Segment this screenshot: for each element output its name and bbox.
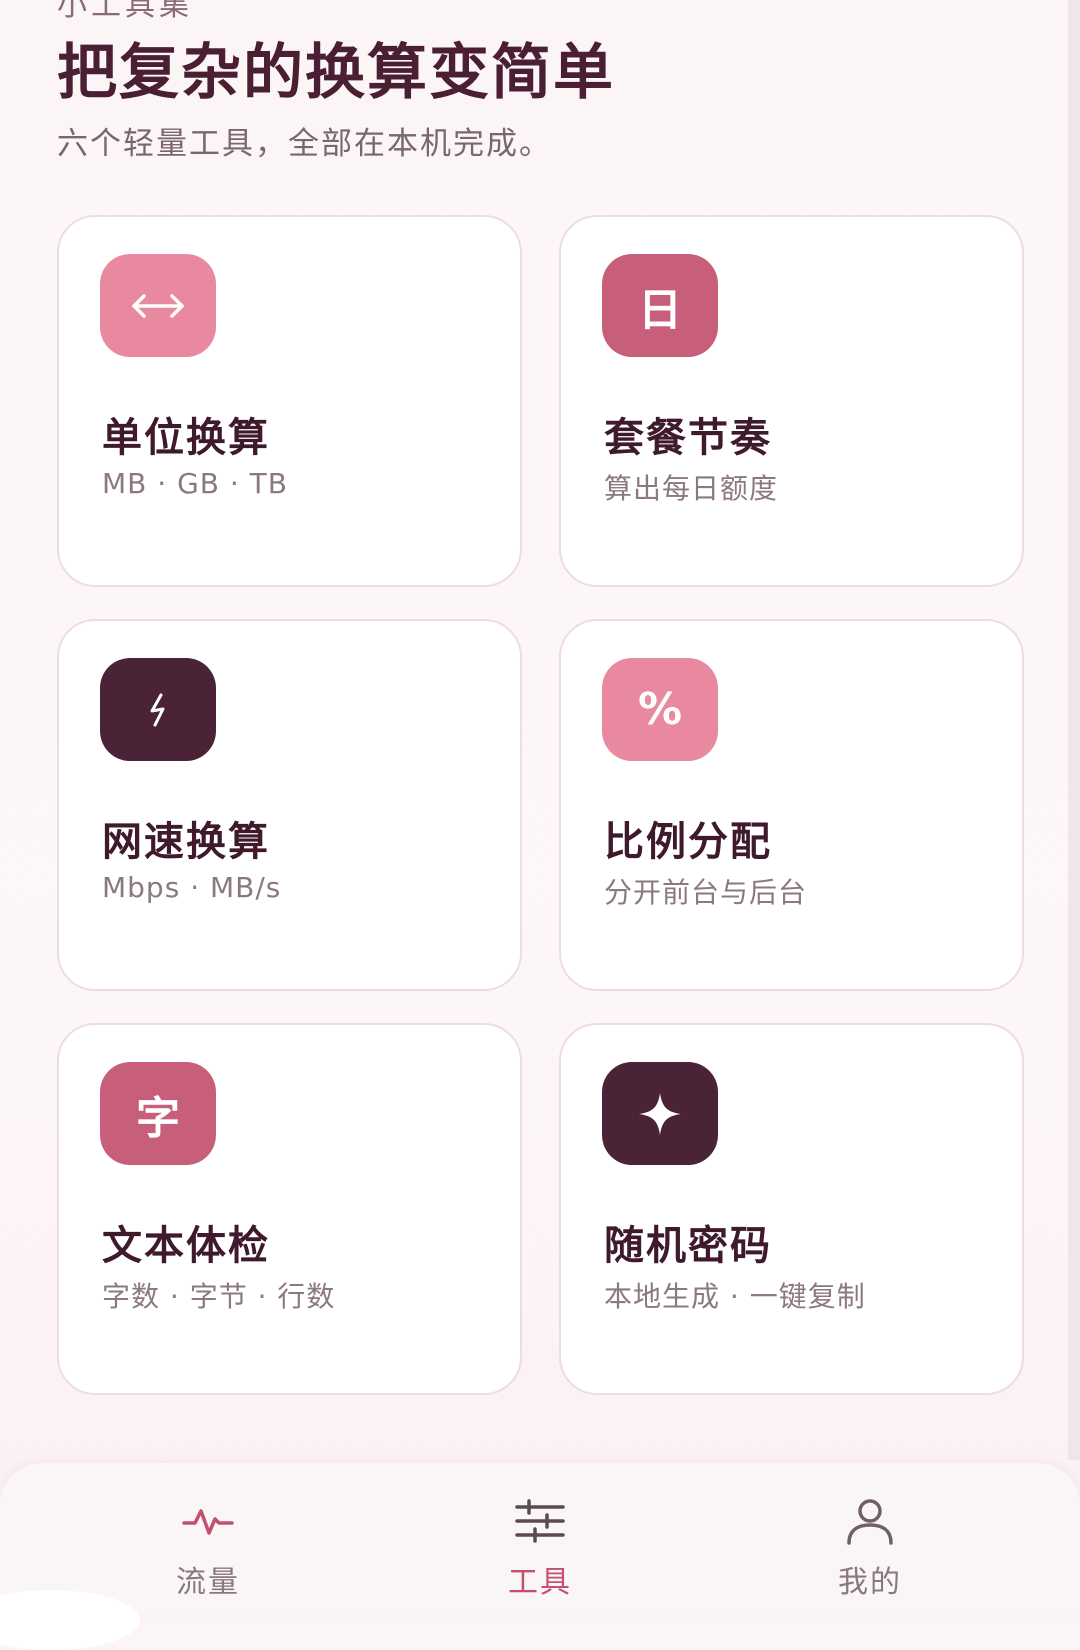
nav-label: 流量 xyxy=(176,1565,240,1600)
tool-card-random-password[interactable]: 随机密码 本地生成 · 一键复制 xyxy=(559,1023,1024,1395)
person-icon xyxy=(844,1493,896,1549)
calendar-day-icon: 日 xyxy=(602,254,718,357)
lightning-icon xyxy=(100,658,216,761)
tool-subtitle: 分开前台与后台 xyxy=(604,876,808,909)
sliders-icon xyxy=(513,1493,567,1549)
nav-label: 工具 xyxy=(508,1565,572,1600)
tool-title: 单位换算 xyxy=(102,415,270,461)
tool-card-speed-convert[interactable]: 网速换算 Mbps · MB/s xyxy=(57,619,522,991)
tool-title: 随机密码 xyxy=(604,1223,772,1269)
page-subtitle: 六个轻量工具，全部在本机完成。 xyxy=(57,126,552,162)
arrows-horizontal-icon xyxy=(100,254,216,357)
nav-item-traffic[interactable]: 流量 xyxy=(108,1463,308,1613)
tool-title: 比例分配 xyxy=(604,819,772,865)
tool-card-plan-rhythm[interactable]: 日 套餐节奏 算出每日额度 xyxy=(559,215,1024,587)
scrollbar-track[interactable] xyxy=(1068,0,1080,1460)
tool-card-ratio-split[interactable]: % 比例分配 分开前台与后台 xyxy=(559,619,1024,991)
tool-subtitle: 算出每日额度 xyxy=(604,472,779,505)
page-eyebrow: 小工具集 xyxy=(57,0,193,23)
tool-title: 套餐节奏 xyxy=(604,415,772,461)
nav-item-profile[interactable]: 我的 xyxy=(770,1463,970,1613)
tool-subtitle: 本地生成 · 一键复制 xyxy=(604,1280,866,1313)
sparkle-icon xyxy=(602,1062,718,1165)
tool-title: 网速换算 xyxy=(102,819,270,865)
tool-title: 文本体检 xyxy=(102,1223,270,1269)
nav-item-tools[interactable]: 工具 xyxy=(440,1463,640,1613)
tool-subtitle: Mbps · MB/s xyxy=(102,871,282,904)
character-icon: 字 xyxy=(100,1062,216,1165)
pulse-icon xyxy=(181,1493,235,1549)
tool-card-text-check[interactable]: 字 文本体检 字数 · 字节 · 行数 xyxy=(57,1023,522,1395)
page-title: 把复杂的换算变简单 xyxy=(57,38,615,108)
nav-label: 我的 xyxy=(838,1565,902,1600)
tool-subtitle: 字数 · 字节 · 行数 xyxy=(102,1280,336,1313)
tool-subtitle: MB · GB · TB xyxy=(102,467,288,500)
tools-grid: 单位换算 MB · GB · TB 日 套餐节奏 算出每日额度 网速换算 Mbp… xyxy=(57,215,1024,1395)
bottom-nav: 流量 工具 我的 xyxy=(0,1463,1080,1613)
percent-icon: % xyxy=(602,658,718,761)
tool-card-unit-convert[interactable]: 单位换算 MB · GB · TB xyxy=(57,215,522,587)
